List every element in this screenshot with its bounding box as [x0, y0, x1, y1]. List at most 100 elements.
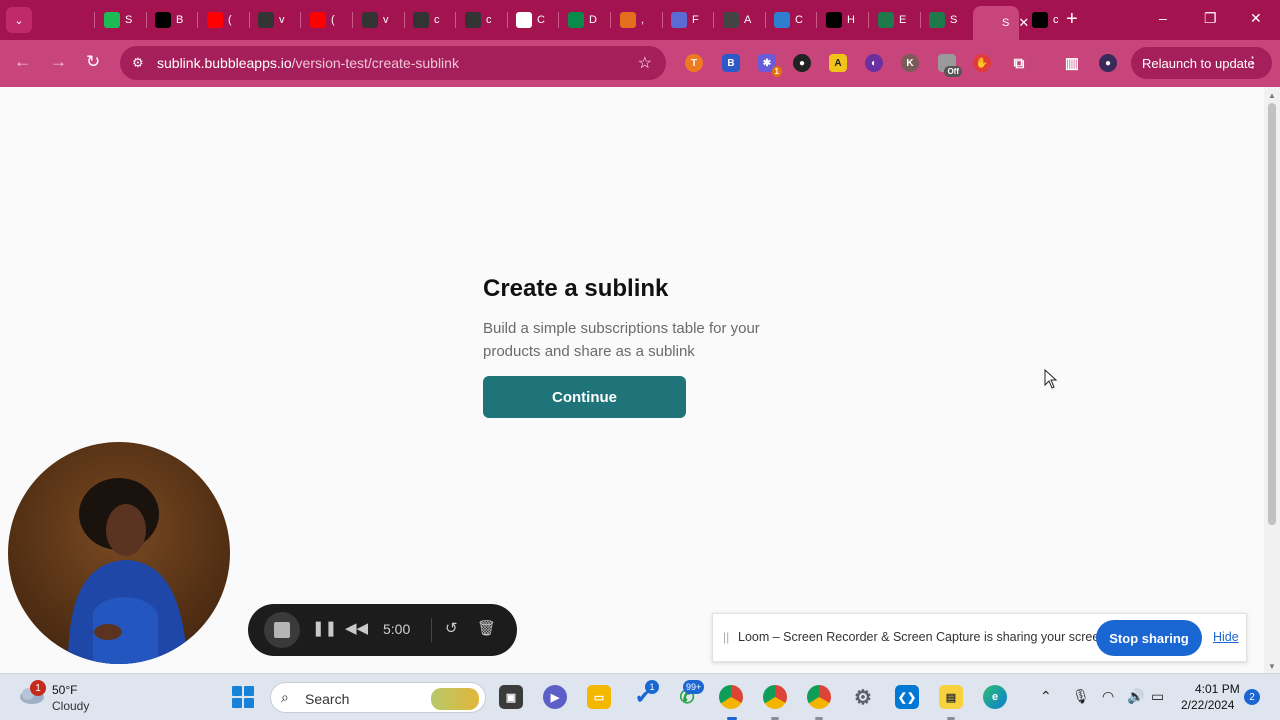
browser-tab[interactable]: H — [818, 6, 864, 34]
extension-badge: 1 — [771, 66, 782, 77]
wifi-icon[interactable]: ◠ — [1102, 688, 1114, 705]
browser-tab[interactable]: S ✕ — [973, 6, 1029, 40]
avatar[interactable]: ● — [1099, 54, 1117, 72]
volume-icon[interactable]: 🔊 — [1127, 688, 1144, 705]
url-text[interactable]: sublink.bubbleapps.io/version-test/creat… — [157, 55, 459, 71]
restore-button[interactable]: ❐ — [1204, 10, 1217, 27]
tab-separator — [196, 12, 198, 28]
browser-tab[interactable]: ( — [302, 6, 348, 34]
browser-tab[interactable]: A — [715, 6, 761, 34]
browser-tab[interactable] — [44, 6, 90, 34]
vscode-icon[interactable]: ❮❯ — [895, 685, 919, 709]
stop-sharing-button[interactable]: Stop sharing — [1096, 620, 1202, 656]
settings-gear-icon[interactable]: ⚙ — [851, 685, 875, 709]
search-icon: ⌕ — [281, 689, 289, 705]
page-content: Create a sublink Build a simple subscrip… — [0, 87, 1264, 673]
off-badge: Off — [944, 66, 962, 77]
more-menu-icon[interactable]: ⋮ — [1245, 53, 1260, 71]
tab-favicon-icon — [878, 12, 894, 28]
tab-favicon-icon — [1032, 12, 1048, 28]
scroll-down-icon[interactable]: ▼ — [1268, 662, 1276, 671]
browser-tab[interactable]: E — [870, 6, 916, 34]
drag-handle-icon[interactable]: || — [723, 630, 729, 644]
extension-icon[interactable]: K — [901, 54, 919, 72]
microphone-icon[interactable]: 🎙 — [1072, 688, 1090, 705]
loom-stop-button[interactable] — [264, 612, 300, 648]
browser-tab[interactable]: D — [560, 6, 606, 34]
extension-icon[interactable]: ● — [793, 54, 811, 72]
battery-icon[interactable]: ▭ — [1151, 688, 1164, 705]
browser-tab[interactable]: v — [354, 6, 400, 34]
scrollbar[interactable]: ▲ ▼ — [1264, 87, 1280, 673]
side-panel-icon[interactable]: ▥ — [1063, 54, 1081, 72]
scroll-up-icon[interactable]: ▲ — [1268, 91, 1276, 100]
browser-tab[interactable]: v — [250, 6, 296, 34]
forward-button[interactable]: → — [50, 52, 67, 72]
extension-icon[interactable]: A — [829, 54, 847, 72]
hide-link[interactable]: Hide — [1213, 630, 1239, 644]
browser-tab[interactable]: c — [457, 6, 503, 34]
sticky-notes-icon[interactable]: ▤ — [939, 685, 963, 709]
address-bar[interactable]: ⚙ sublink.bubbleapps.io/version-test/cre… — [120, 46, 666, 80]
site-info-icon[interactable]: ⚙ — [132, 55, 148, 71]
webcam-bubble[interactable] — [8, 442, 230, 664]
taskbar-search[interactable]: ⌕ Search — [270, 682, 486, 713]
windows-start-icon[interactable] — [232, 686, 254, 708]
rewind-icon[interactable]: ◀◀ — [345, 619, 368, 637]
browser-tab[interactable]: ( — [199, 6, 245, 34]
trash-icon[interactable]: 🗑 — [477, 619, 496, 637]
browser-tab[interactable]: S — [921, 6, 967, 34]
restart-icon[interactable]: ↺ — [445, 619, 458, 637]
chrome-icon[interactable] — [719, 685, 743, 709]
back-button[interactable]: ← — [14, 52, 31, 72]
extension-icon[interactable]: ◐ — [865, 54, 883, 72]
notification-badge[interactable]: 2 — [1244, 689, 1260, 705]
task-view-icon[interactable]: ▣ — [499, 685, 523, 709]
tab-title: S — [1002, 17, 1010, 29]
browser-toolbar: ← → ↻ ⚙ sublink.bubbleapps.io/version-te… — [0, 40, 1280, 87]
chrome-icon[interactable] — [763, 685, 787, 709]
minimize-button[interactable]: – — [1159, 10, 1167, 26]
arrow-right-icon: → — [50, 52, 67, 71]
tab-favicon-icon — [207, 12, 223, 28]
tab-search-button[interactable]: ⌄ — [6, 7, 32, 33]
puzzle-icon[interactable]: ⧉ — [1010, 54, 1028, 72]
extension-icon[interactable]: T — [685, 54, 703, 72]
close-window-button[interactable]: ✕ — [1250, 10, 1262, 27]
clock-time[interactable]: 4:01 PM — [1195, 682, 1240, 696]
tab-separator — [609, 12, 611, 28]
reload-button[interactable]: ↻ — [86, 52, 100, 72]
scroll-thumb[interactable] — [1268, 103, 1276, 525]
browser-tab[interactable]: S — [96, 6, 142, 34]
tab-separator — [351, 12, 353, 28]
relaunch-button[interactable]: Relaunch to update ⋮ — [1131, 47, 1272, 79]
tab-title: B — [176, 14, 184, 26]
whatsapp-badge: 99+ — [683, 680, 705, 694]
continue-button[interactable]: Continue — [483, 376, 686, 418]
browser-tab[interactable]: C — [508, 6, 554, 34]
extension-icon[interactable]: ✱ 1 — [758, 54, 782, 77]
teams-icon[interactable]: ▶ — [543, 685, 567, 709]
search-highlight-image — [431, 688, 479, 710]
chevron-up-icon[interactable]: ⌃ — [1040, 688, 1052, 705]
edge-icon[interactable]: e — [983, 685, 1007, 709]
browser-tab[interactable]: F — [663, 6, 709, 34]
browser-tab[interactable]: B — [147, 6, 193, 34]
extension-icon[interactable]: ✋ — [973, 54, 991, 72]
clock-date[interactable]: 2/22/2024 — [1181, 698, 1234, 712]
browser-tab[interactable]: C — [766, 6, 812, 34]
extension-icon[interactable]: Off — [938, 54, 962, 77]
bookmark-star-icon[interactable]: ☆ — [638, 53, 652, 73]
pause-icon[interactable]: ❚❚ — [312, 619, 337, 637]
weather-temp[interactable]: 50°F — [52, 683, 77, 697]
browser-tab[interactable]: c — [1024, 6, 1070, 34]
file-explorer-icon[interactable]: ▭ — [587, 685, 611, 709]
weather-condition[interactable]: Cloudy — [52, 699, 89, 713]
extension-icon[interactable]: B — [722, 54, 740, 72]
tab-favicon-icon — [723, 12, 739, 28]
new-tab-button[interactable]: + — [1066, 9, 1078, 29]
browser-tab[interactable]: c — [405, 6, 451, 34]
chrome-icon[interactable] — [807, 685, 831, 709]
browser-tab[interactable]: , — [612, 6, 658, 34]
tab-title: , — [641, 14, 645, 26]
